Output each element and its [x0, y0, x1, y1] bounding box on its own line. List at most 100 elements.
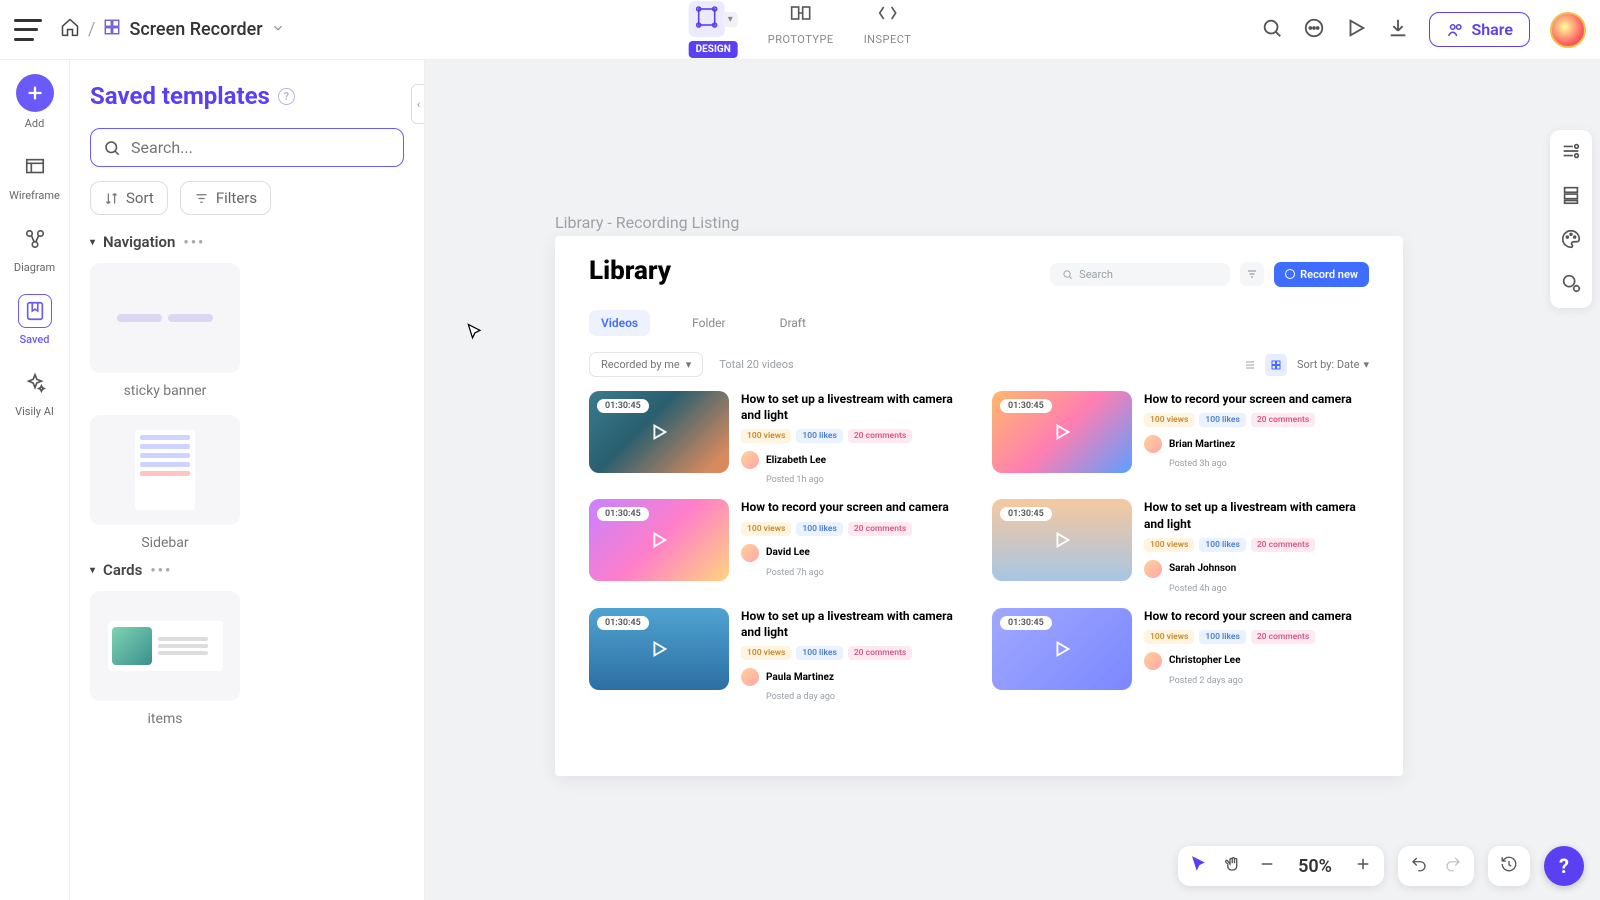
- more-icon[interactable]: •••: [183, 233, 205, 251]
- caret-down-icon: ▾: [90, 237, 95, 248]
- inspect-icon: [876, 1, 900, 29]
- settings-icon[interactable]: [1560, 140, 1582, 166]
- select-tool-icon[interactable]: [1190, 855, 1208, 877]
- comments-badge: 20 comments: [1251, 413, 1315, 427]
- template-label: Sidebar: [141, 535, 188, 551]
- frame-search[interactable]: Search: [1050, 263, 1230, 286]
- frame-label[interactable]: Library - Recording Listing: [555, 213, 739, 232]
- help-button[interactable]: ?: [1544, 846, 1584, 886]
- video-thumbnail[interactable]: 01:30:45: [992, 499, 1132, 581]
- tab-videos[interactable]: Videos: [589, 310, 650, 336]
- record-new-button[interactable]: Record new: [1274, 262, 1369, 287]
- template-search-input[interactable]: [131, 138, 391, 157]
- template-search[interactable]: [90, 128, 404, 167]
- avatar: [1144, 652, 1162, 670]
- page-title: Library: [589, 256, 671, 286]
- canvas[interactable]: Library - Recording Listing Library Sear…: [425, 60, 1600, 900]
- filter-icon[interactable]: [1240, 262, 1264, 286]
- collapse-panel-button[interactable]: ‹: [411, 84, 425, 124]
- rail-saved[interactable]: Saved: [8, 294, 62, 346]
- rail-wireframe[interactable]: Wireframe: [8, 150, 62, 202]
- video-card[interactable]: 01:30:45How to record your screen and ca…: [992, 608, 1369, 702]
- rail-diagram[interactable]: Diagram: [8, 222, 62, 274]
- download-icon[interactable]: [1387, 17, 1409, 43]
- plus-icon: [16, 74, 54, 112]
- play-icon[interactable]: [1345, 17, 1367, 43]
- share-button[interactable]: Share: [1429, 12, 1530, 47]
- more-icon[interactable]: •••: [150, 561, 172, 579]
- sort-by-dropdown[interactable]: Sort by: Date▾: [1297, 358, 1369, 371]
- history-icon[interactable]: [1500, 855, 1518, 877]
- video-thumbnail[interactable]: 01:30:45: [589, 608, 729, 690]
- mode-design[interactable]: ▾ DESIGN: [689, 1, 738, 58]
- layers-icon[interactable]: [1560, 184, 1582, 210]
- video-card[interactable]: 01:30:45How to set up a livestream with …: [992, 499, 1369, 593]
- rail-add-label: Add: [25, 117, 45, 130]
- video-thumbnail[interactable]: 01:30:45: [992, 608, 1132, 690]
- user-avatar[interactable]: [1550, 12, 1586, 48]
- video-thumbnail[interactable]: 01:30:45: [992, 391, 1132, 473]
- rail-ai[interactable]: Visily AI: [8, 366, 62, 418]
- likes-badge: 100 likes: [796, 522, 842, 536]
- left-rail: Add Wireframe Diagram Saved Visily AI: [0, 60, 70, 900]
- play-icon: [648, 638, 670, 660]
- template-sidebar[interactable]: Sidebar: [90, 415, 240, 551]
- tab-draft[interactable]: Draft: [768, 310, 818, 336]
- likes-badge: 100 likes: [1199, 413, 1245, 427]
- chevron-down-icon[interactable]: ▾: [723, 12, 738, 27]
- template-items[interactable]: items: [90, 591, 240, 727]
- sort-label: Sort: [126, 189, 154, 207]
- template-sticky-banner[interactable]: sticky banner: [90, 263, 240, 399]
- posted-time: Posted 2 days ago: [1169, 676, 1369, 686]
- view-grid-icon[interactable]: [1265, 354, 1287, 376]
- chevron-down-icon[interactable]: [271, 19, 285, 40]
- duration-badge: 01:30:45: [1000, 616, 1052, 630]
- hand-tool-icon[interactable]: [1224, 855, 1242, 877]
- views-badge: 100 views: [741, 646, 791, 660]
- redo-icon[interactable]: [1444, 855, 1462, 877]
- filters-button[interactable]: Filters: [180, 181, 271, 215]
- chevron-down-icon: ▾: [686, 358, 692, 371]
- views-badge: 100 views: [741, 522, 791, 536]
- board-icon: [103, 18, 121, 41]
- chevron-down-icon: ▾: [1363, 358, 1369, 371]
- undo-icon[interactable]: [1410, 855, 1428, 877]
- recorded-by-dropdown[interactable]: Recorded by me▾: [589, 352, 703, 377]
- section-cards[interactable]: ▾Cards•••: [90, 561, 404, 579]
- video-card[interactable]: 01:30:45How to set up a livestream with …: [589, 391, 966, 485]
- artboard-library[interactable]: Library Search Record new Videos Folder …: [555, 236, 1403, 776]
- sort-button[interactable]: Sort: [90, 181, 168, 215]
- zoom-value[interactable]: 50%: [1292, 856, 1338, 877]
- template-label: items: [148, 711, 183, 727]
- video-thumbnail[interactable]: 01:30:45: [589, 499, 729, 581]
- comments-icon[interactable]: [1303, 17, 1325, 43]
- prototype-icon: [789, 1, 813, 29]
- author-name: Sarah Johnson: [1169, 563, 1236, 574]
- video-thumbnail[interactable]: 01:30:45: [589, 391, 729, 473]
- play-icon: [648, 421, 670, 443]
- home-icon[interactable]: [60, 17, 80, 42]
- mode-inspect[interactable]: INSPECT: [864, 1, 912, 46]
- search-icon[interactable]: [1261, 17, 1283, 43]
- video-card[interactable]: 01:30:45How to record your screen and ca…: [992, 391, 1369, 485]
- bookmark-icon: [18, 294, 52, 328]
- ai-settings-icon[interactable]: [1560, 272, 1582, 298]
- menu-icon[interactable]: [14, 19, 42, 41]
- comments-badge: 20 comments: [848, 429, 912, 443]
- mode-prototype[interactable]: PROTOTYPE: [768, 1, 834, 46]
- palette-icon[interactable]: [1560, 228, 1582, 254]
- document-name[interactable]: Screen Recorder: [129, 19, 262, 40]
- rail-add[interactable]: Add: [8, 74, 62, 130]
- author-name: David Lee: [766, 547, 810, 558]
- section-navigation[interactable]: ▾Navigation•••: [90, 233, 404, 251]
- tab-folder[interactable]: Folder: [680, 310, 737, 336]
- cursor-icon: [465, 320, 485, 349]
- zoom-out-icon[interactable]: [1258, 855, 1276, 877]
- view-list-icon[interactable]: [1239, 354, 1261, 376]
- posted-time: Posted 3h ago: [1169, 459, 1369, 469]
- help-icon[interactable]: ?: [278, 88, 295, 105]
- zoom-in-icon[interactable]: [1354, 855, 1372, 877]
- mode-prototype-label: PROTOTYPE: [768, 33, 834, 46]
- video-card[interactable]: 01:30:45How to record your screen and ca…: [589, 499, 966, 593]
- video-card[interactable]: 01:30:45How to set up a livestream with …: [589, 608, 966, 702]
